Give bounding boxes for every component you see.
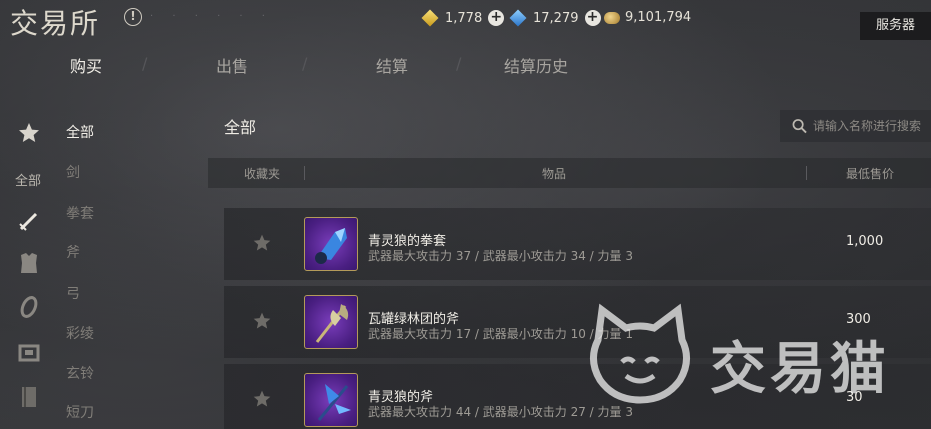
item-price: 30 (846, 390, 863, 405)
favorite-star-icon[interactable] (252, 311, 272, 331)
category-dagger[interactable]: 短刀 (66, 402, 94, 422)
faint-decorative-marks: · · · · · · (150, 11, 273, 22)
chest-icon[interactable] (16, 340, 42, 366)
add-blue-button[interactable]: + (584, 10, 601, 26)
main-tabs: 购买 / 出售 / 结算 / 结算历史 (0, 44, 931, 86)
sidebar-all-label[interactable]: 全部 (15, 170, 41, 189)
server-button[interactable]: 服务器 (860, 12, 931, 40)
axe-icon (304, 295, 358, 349)
column-divider (806, 166, 807, 180)
top-bar: 交易所 ! · · · · · · 1,778 + 17,279 + 9,101… (0, 0, 931, 42)
coin-pile-icon (604, 11, 620, 24)
info-circle-icon[interactable]: ! (124, 8, 142, 26)
blue-axe-icon (304, 373, 358, 427)
item-stats: 武器最大攻击力 37 / 武器最小攻击力 34 / 力量 3 (368, 249, 633, 263)
currency-gold-value: 1,778 (445, 10, 483, 26)
gold-gem-icon (421, 9, 439, 27)
category-sword[interactable]: 剑 (66, 162, 80, 182)
search-box[interactable] (780, 110, 931, 142)
table-row[interactable]: 青灵狼的拳套 武器最大攻击力 37 / 武器最小攻击力 34 / 力量 3 1,… (224, 208, 931, 280)
category-icon-sidebar: 全部 (0, 100, 58, 429)
item-stats: 武器最大攻击力 17 / 武器最小攻击力 10 / 力量 1 (368, 327, 633, 341)
currency-coins-value: 9,101,794 (625, 10, 692, 25)
tab-divider: / (142, 54, 148, 73)
category-axe[interactable]: 斧 (66, 242, 80, 262)
category-gauntlet[interactable]: 拳套 (66, 203, 94, 223)
table-row[interactable]: 青灵狼的斧 武器最大攻击力 44 / 武器最小攻击力 27 / 力量 3 30 (224, 364, 931, 429)
tab-settlement[interactable]: 结算 (376, 53, 408, 77)
tab-divider: / (302, 54, 308, 73)
tab-buy[interactable]: 购买 (70, 53, 102, 77)
column-favorite: 收藏夹 (244, 167, 281, 181)
table-header: 收藏夹 物品 最低售价 (208, 158, 931, 188)
armor-icon[interactable] (16, 250, 42, 276)
favorite-star-icon[interactable] (252, 233, 272, 253)
search-icon (792, 119, 807, 134)
table-row[interactable]: 瓦罐绿林团的斧 武器最大攻击力 17 / 武器最小攻击力 10 / 力量 1 3… (224, 286, 931, 358)
listing-panel: 全部 收藏夹 物品 最低售价 青灵狼的拳套 武器最大攻击力 37 / 武器最小攻… (208, 100, 931, 429)
sword-icon[interactable] (16, 208, 42, 234)
item-price: 300 (846, 312, 871, 327)
tab-divider: / (456, 54, 462, 73)
currency-gold: 1,778 + (421, 9, 505, 27)
ring-icon[interactable] (16, 294, 42, 320)
currency-blue: 17,279 + (509, 9, 601, 27)
favorite-star-icon[interactable] (252, 389, 272, 409)
item-price: 1,000 (846, 234, 884, 249)
column-divider (304, 166, 305, 180)
category-all[interactable]: 全部 (66, 122, 94, 142)
section-title: 全部 (224, 118, 257, 137)
blue-gem-icon (509, 9, 527, 27)
column-item: 物品 (542, 167, 567, 181)
book-icon[interactable] (16, 384, 42, 410)
add-gold-button[interactable]: + (488, 10, 505, 26)
category-bow[interactable]: 弓 (66, 283, 80, 303)
gauntlet-icon (304, 217, 358, 271)
star-icon[interactable] (16, 120, 42, 146)
category-ribbon[interactable]: 彩绫 (66, 323, 94, 343)
tab-settlement-history[interactable]: 结算历史 (504, 53, 568, 77)
column-min-price[interactable]: 最低售价 (846, 165, 894, 182)
currency-blue-value: 17,279 (533, 10, 579, 26)
category-bell[interactable]: 玄铃 (66, 363, 94, 383)
category-list: 全部 剑 拳套 斧 弓 彩绫 玄铃 短刀 (58, 100, 208, 429)
currency-coins: 9,101,794 (604, 10, 691, 25)
tab-sell[interactable]: 出售 (216, 53, 248, 77)
search-input[interactable] (813, 119, 931, 133)
page-title: 交易所 (10, 7, 101, 40)
item-stats: 武器最大攻击力 44 / 武器最小攻击力 27 / 力量 3 (368, 405, 633, 419)
